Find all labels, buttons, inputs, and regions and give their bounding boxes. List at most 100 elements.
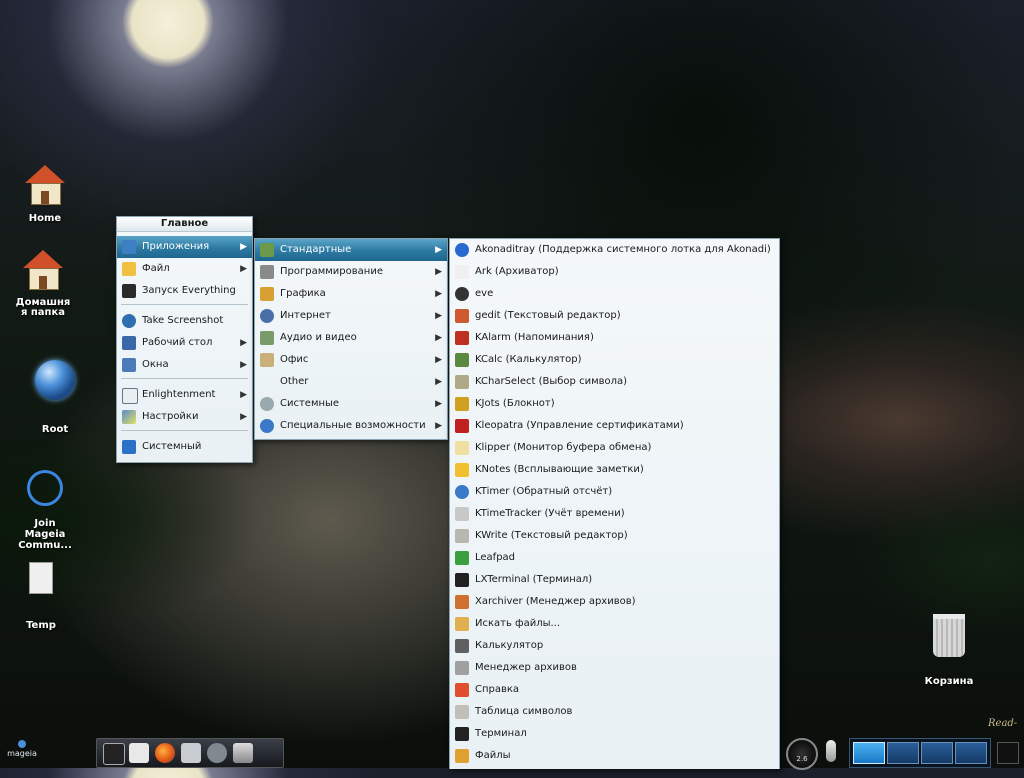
media-launcher-icon[interactable] <box>181 743 201 763</box>
apps-menu-item-graphics[interactable]: Графика ▶ <box>255 283 447 305</box>
microphone-icon[interactable] <box>826 740 836 762</box>
settings-launcher-icon[interactable] <box>233 743 253 763</box>
app-icon <box>455 463 469 477</box>
wallpaper-watermark: Read- <box>988 718 1018 729</box>
pager-desk-3[interactable] <box>921 742 953 764</box>
apps-menu-item-multimedia[interactable]: Аудио и видео ▶ <box>255 327 447 349</box>
apps-menu-item-internet[interactable]: Интернет ▶ <box>255 305 447 327</box>
accessories-menu-item[interactable]: Kleopatra (Управление сертификатами) <box>450 415 779 437</box>
accessories-menu-item[interactable]: Xarchiver (Менеджер архивов) <box>450 591 779 613</box>
app-icon <box>455 331 469 345</box>
firefox-launcher-icon[interactable] <box>155 743 175 763</box>
accessories-menu-item[interactable]: LXTerminal (Терминал) <box>450 569 779 591</box>
accessories-menu-item-label: Ark (Архиватор) <box>475 266 559 277</box>
submenu-arrow-icon: ▶ <box>435 377 442 387</box>
multimedia-icon <box>260 331 274 345</box>
submenu-arrow-icon: ▶ <box>240 412 247 422</box>
accessories-menu-item[interactable]: Искать файлы... <box>450 613 779 635</box>
accessories-menu-item[interactable]: KTimeTracker (Учёт времени) <box>450 503 779 525</box>
desktop-icon-home-folder[interactable]: Домашня я папка <box>8 250 78 318</box>
house-icon <box>21 250 65 294</box>
apps-menu-item-accessories[interactable]: Стандартные ▶ <box>255 239 447 261</box>
file-icon <box>122 262 136 276</box>
apps-menu-item-programming[interactable]: Программирование ▶ <box>255 261 447 283</box>
pager-desk-4[interactable] <box>955 742 987 764</box>
submenu-arrow-icon: ▶ <box>435 245 442 255</box>
main-menu-item-system[interactable]: Системный <box>117 436 252 458</box>
apps-menu-item-accessibility[interactable]: Специальные возможности ▶ <box>255 415 447 437</box>
programming-icon <box>260 265 274 279</box>
app-icon <box>455 661 469 675</box>
app-icon <box>455 573 469 587</box>
accessories-menu-item[interactable]: eve <box>450 283 779 305</box>
desktop-icon-trash[interactable]: Корзина <box>914 614 984 687</box>
settings-icon <box>122 410 136 424</box>
app-icon <box>455 705 469 719</box>
desktop-icon-temp[interactable]: Temp <box>6 556 76 631</box>
accessories-menu-item[interactable]: Ark (Архиватор) <box>450 261 779 283</box>
terminal-launcher-icon[interactable] <box>103 743 125 765</box>
apps-menu-item-office[interactable]: Офис ▶ <box>255 349 447 371</box>
accessories-menu-item[interactable]: KCharSelect (Выбор символа) <box>450 371 779 393</box>
submenu-arrow-icon: ▶ <box>240 390 247 400</box>
app-icon <box>455 749 469 763</box>
main-menu-item-run-everything[interactable]: Запуск Everything <box>117 280 252 302</box>
app-icon <box>455 529 469 543</box>
mageia-logo[interactable]: mageia <box>4 738 40 766</box>
accessories-menu-item[interactable]: KCalc (Калькулятор) <box>450 349 779 371</box>
folder-icon <box>19 562 63 606</box>
main-menu-item-applications[interactable]: Приложения ▶ <box>117 236 252 258</box>
accessories-menu-item[interactable]: KTimer (Обратный отсчёт) <box>450 481 779 503</box>
screenshot-icon <box>122 314 136 328</box>
accessories-menu-item-label: KCharSelect (Выбор символа) <box>475 376 628 387</box>
accessories-menu-item[interactable]: KNotes (Всплывающие заметки) <box>450 459 779 481</box>
accessories-menu-item[interactable]: Калькулятор <box>450 635 779 657</box>
accessories-menu-item[interactable]: Справка <box>450 679 779 701</box>
systray-icon[interactable] <box>997 742 1019 764</box>
desktop-icon-label: Home <box>28 213 62 224</box>
gimp-launcher-icon[interactable] <box>207 743 227 763</box>
accessories-menu-item[interactable]: KWrite (Текстовый редактор) <box>450 525 779 547</box>
app-icon <box>455 441 469 455</box>
accessories-menu-item[interactable]: Файлы <box>450 745 779 767</box>
main-menu-item-take-screenshot[interactable]: Take Screenshot <box>117 310 252 332</box>
accessories-menu-item[interactable]: Leafpad <box>450 547 779 569</box>
accessories-menu-item[interactable]: KAlarm (Напоминания) <box>450 327 779 349</box>
office-icon <box>260 353 274 367</box>
desktop-icon-label: Корзина <box>924 676 974 687</box>
submenu-arrow-icon: ▶ <box>240 242 247 252</box>
accessories-menu-item[interactable]: Таблица символов <box>450 701 779 723</box>
app-icon <box>455 353 469 367</box>
clock-gadget[interactable]: 2.6 <box>786 738 818 770</box>
accessories-menu-item-label: Akonaditray (Поддержка системного лотка … <box>475 244 771 255</box>
accessories-menu-item[interactable]: Klipper (Монитор буфера обмена) <box>450 437 779 459</box>
apps-menu-item-other[interactable]: Other ▶ <box>255 371 447 393</box>
accessories-menu-item[interactable]: Менеджер архивов <box>450 657 779 679</box>
home-launcher-icon[interactable] <box>129 743 149 763</box>
pager-desk-1[interactable] <box>853 742 885 764</box>
desktop-icon-join-mageia[interactable]: Join Mageia Commu... <box>10 462 80 551</box>
accessories-menu-item[interactable]: gedit (Текстовый редактор) <box>450 305 779 327</box>
accessories-menu-item[interactable]: Akonaditray (Поддержка системного лотка … <box>450 239 779 261</box>
pager-desk-2[interactable] <box>887 742 919 764</box>
app-icon <box>455 419 469 433</box>
app-icon <box>455 727 469 741</box>
accessories-menu-item[interactable]: Терминал <box>450 723 779 745</box>
main-menu-title: Главное <box>117 217 252 232</box>
main-menu-item-windows[interactable]: Окна ▶ <box>117 354 252 376</box>
main-menu-item-file[interactable]: Файл ▶ <box>117 258 252 280</box>
desktop-icon-home[interactable]: Home <box>10 165 80 224</box>
enlightenment-icon <box>122 388 138 404</box>
app-icon <box>455 639 469 653</box>
main-menu-item-desktop[interactable]: Рабочий стол ▶ <box>117 332 252 354</box>
accessories-menu-item-label: KAlarm (Напоминания) <box>475 332 594 343</box>
apps-menu-item-system-tools[interactable]: Системные ▶ <box>255 393 447 415</box>
graphics-icon <box>260 287 274 301</box>
app-icon <box>455 375 469 389</box>
accessories-menu-item[interactable]: KJots (Блокнот) <box>450 393 779 415</box>
submenu-arrow-icon: ▶ <box>240 338 247 348</box>
main-menu-item-enlightenment[interactable]: Enlightenment ▶ <box>117 384 252 406</box>
accessories-menu-item-label: eve <box>475 288 494 299</box>
desktop-icon-root[interactable]: Root <box>20 360 90 435</box>
main-menu-item-settings[interactable]: Настройки ▶ <box>117 406 252 428</box>
